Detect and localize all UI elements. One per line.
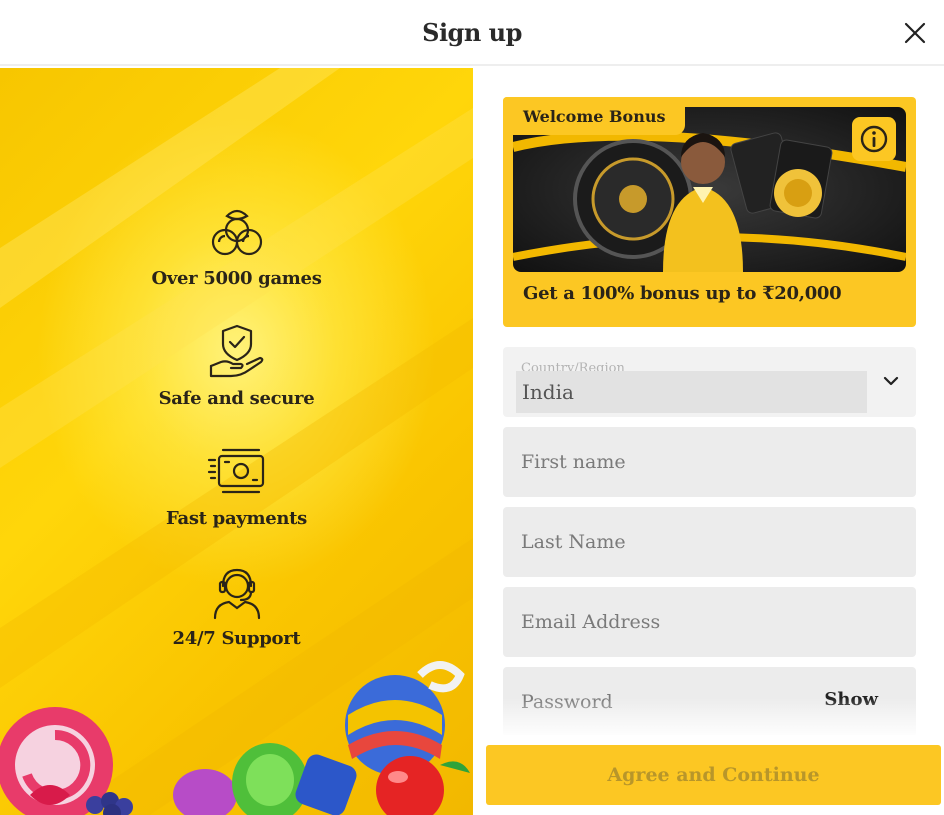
country-select[interactable]: Country/Region India [503,347,916,417]
fruit-decoration [0,661,470,815]
email-field[interactable] [503,587,916,657]
country-value[interactable]: India [516,371,867,413]
email-input[interactable] [503,587,916,657]
first-name-field[interactable] [503,427,916,497]
cta-bar: Agree and Continue [473,735,944,815]
feature-label: Fast payments [165,508,307,529]
last-name-field[interactable] [503,507,916,577]
bonus-tab-label: Welcome Bonus [503,97,686,135]
feature-support: 24/7 Support [0,562,473,649]
cherries-icon [211,209,262,256]
first-name-input[interactable] [503,427,916,497]
last-name-input[interactable] [503,507,916,577]
modal-header: Sign up [0,0,944,66]
headset-support-icon [213,568,260,620]
welcome-bonus-card: Welcome Bonus Get a 100% bonus up to ₹20… [503,97,916,327]
page-title: Sign up [422,17,522,47]
feature-label: Safe and secure [158,388,315,409]
agree-and-continue-button[interactable]: Agree and Continue [486,745,941,805]
feature-games: Over 5000 games [0,202,473,289]
scroll-fade [473,698,944,738]
feature-label: Over 5000 games [151,268,322,289]
info-icon [860,125,888,153]
feature-label: 24/7 Support [172,628,301,649]
cash-payment-icon [207,448,264,494]
chevron-down-icon[interactable] [882,372,900,390]
close-icon[interactable] [900,18,930,48]
info-button[interactable] [852,117,896,161]
signup-form-panel: Welcome Bonus Get a 100% bonus up to ₹20… [473,68,944,815]
feature-payments: Fast payments [0,442,473,529]
feature-safe: Safe and secure [0,322,473,409]
bonus-description: Get a 100% bonus up to ₹20,000 [523,283,842,304]
shield-hand-icon [209,324,263,378]
promo-panel: Over 5000 games Safe and secure Fast pay… [0,68,473,815]
